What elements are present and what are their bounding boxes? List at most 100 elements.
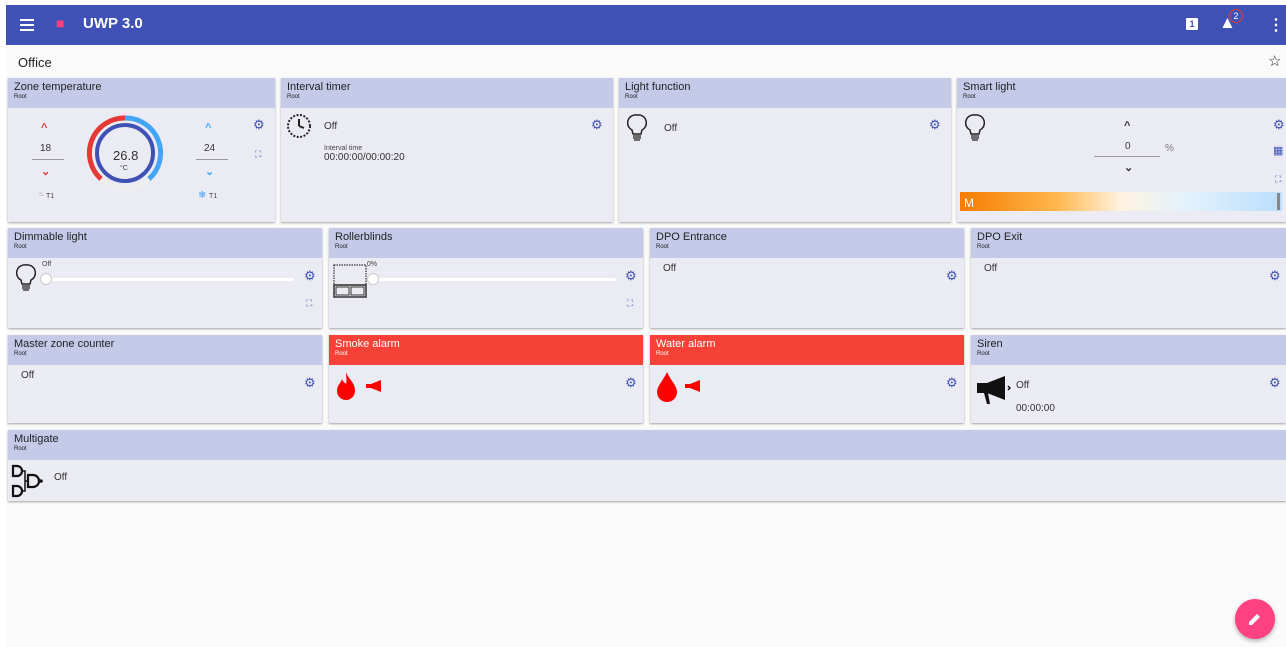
card-subtitle: Root bbox=[335, 351, 348, 357]
card-siren: Siren Root Off 00:00:00 ⚙ bbox=[971, 335, 1286, 423]
card-body: Off bbox=[8, 460, 1286, 501]
star-icon[interactable]: ☆ bbox=[1268, 52, 1281, 70]
brightness-value: 0 bbox=[1125, 141, 1131, 152]
dpo-exit-state: Off bbox=[984, 263, 998, 274]
edit-icon bbox=[1249, 614, 1260, 625]
megaphone-icon bbox=[366, 380, 381, 392]
gear-icon[interactable]: ⚙ bbox=[253, 117, 265, 133]
gear-icon[interactable]: ⚙ bbox=[929, 117, 941, 133]
heat-label: T1 bbox=[46, 193, 55, 200]
heat-up-button[interactable]: ^ bbox=[41, 122, 47, 134]
app-bar: ■ UWP 3.0 1 ▲ 2 ⋮ bbox=[6, 5, 1286, 45]
card-body: ^ 0 % ⌄ ⚙ ▦ ⛶ M bbox=[957, 108, 1286, 222]
gear-icon[interactable]: ⚙ bbox=[625, 375, 637, 391]
card-dpo-exit: DPO Exit Root Off ⚙ bbox=[971, 228, 1286, 328]
card-title: Dimmable light bbox=[14, 231, 87, 243]
home-icon[interactable]: ■ bbox=[56, 15, 64, 31]
card-title: Zone temperature bbox=[14, 81, 102, 93]
dimmer-slider-track[interactable] bbox=[44, 278, 294, 281]
blinds-slider-thumb[interactable] bbox=[367, 273, 379, 285]
interval-label: Interval time bbox=[324, 145, 363, 152]
fullscreen-icon[interactable]: ⛶ bbox=[627, 298, 633, 309]
cool-up-button[interactable]: ^ bbox=[205, 122, 211, 134]
fullscreen-icon[interactable]: ⛶ bbox=[306, 298, 312, 309]
menu-icon[interactable] bbox=[20, 16, 34, 34]
fullscreen-icon[interactable]: ⛶ bbox=[255, 149, 261, 160]
page-header: Office ☆ bbox=[6, 45, 1286, 75]
blinds-icon bbox=[333, 264, 367, 298]
gear-icon[interactable]: ⚙ bbox=[304, 375, 316, 391]
megaphone-icon bbox=[685, 380, 700, 392]
color-temperature-bar[interactable] bbox=[960, 192, 1282, 211]
card-title: DPO Entrance bbox=[656, 231, 727, 243]
heat-icon: ♨ bbox=[38, 191, 45, 198]
edit-button[interactable] bbox=[1235, 599, 1275, 639]
card-interval-timer: Interval timer Root Off Interval time 00… bbox=[281, 78, 613, 222]
card-subtitle: Root bbox=[14, 446, 27, 452]
card-body: Off ⚙ bbox=[650, 258, 964, 328]
gear-icon[interactable]: ⚙ bbox=[591, 117, 603, 133]
mode-label: M bbox=[964, 196, 974, 210]
card-subtitle: Root bbox=[977, 351, 990, 357]
card-smoke-alarm: Smoke alarm Root ⚙ bbox=[329, 335, 643, 423]
card-header: Dimmable light Root bbox=[8, 228, 322, 258]
cool-down-button[interactable]: ⌄ bbox=[205, 165, 214, 178]
brightness-up-button[interactable]: ^ bbox=[1124, 120, 1130, 132]
multigate-state: Off bbox=[54, 472, 68, 483]
app-title: UWP 3.0 bbox=[83, 15, 143, 32]
card-header: Siren Root bbox=[971, 335, 1286, 365]
card-subtitle: Root bbox=[963, 94, 976, 100]
bulb-icon bbox=[16, 264, 36, 291]
interval-value: 00:00:00/00:00:20 bbox=[324, 152, 405, 163]
card-header: Zone temperature Root bbox=[8, 78, 275, 108]
current-temperature: 26.8 bbox=[113, 148, 139, 163]
counter-state: Off bbox=[21, 370, 35, 381]
gear-icon[interactable]: ⚙ bbox=[625, 268, 637, 284]
gear-icon[interactable]: ⚙ bbox=[304, 268, 316, 284]
timer-state: Off bbox=[324, 121, 338, 132]
gear-icon[interactable]: ⚙ bbox=[946, 268, 958, 284]
card-header: Smart light Root bbox=[957, 78, 1286, 108]
card-subtitle: Root bbox=[287, 94, 300, 100]
card-header: Light function Root bbox=[619, 78, 951, 108]
card-body: ^ 18 ⌄ ♨ T1 26.8 °C ^ 24 ⌄ ❄ T1 ⚙ ⛶ bbox=[8, 108, 275, 222]
snowflake-icon: ❄ bbox=[198, 190, 207, 201]
dimmer-slider-thumb[interactable] bbox=[40, 273, 52, 285]
heat-down-button[interactable]: ⌄ bbox=[41, 165, 50, 178]
gear-icon[interactable]: ⚙ bbox=[1269, 268, 1281, 284]
blinds-slider-track[interactable] bbox=[371, 278, 616, 281]
gear-icon[interactable]: ⚙ bbox=[946, 375, 958, 391]
card-water-alarm: Water alarm Root ⚙ bbox=[650, 335, 964, 423]
page-title: Office bbox=[18, 55, 52, 70]
temperature-unit: °C bbox=[120, 165, 128, 172]
fullscreen-icon[interactable]: ⛶ bbox=[1275, 174, 1281, 185]
card-subtitle: Root bbox=[656, 351, 669, 357]
card-header: Multigate Root bbox=[8, 430, 1286, 460]
calendar-icon[interactable]: ▦ bbox=[1273, 144, 1283, 157]
brightness-underline bbox=[1094, 156, 1160, 157]
more-vert-icon[interactable]: ⋮ bbox=[1268, 15, 1284, 35]
card-title: Siren bbox=[977, 338, 1003, 350]
card-body: Off ⚙ bbox=[8, 365, 322, 423]
megaphone-icon bbox=[977, 376, 1011, 404]
card-header: Rollerblinds Root bbox=[329, 228, 643, 258]
warning-count-badge: 2 bbox=[1229, 9, 1243, 23]
notification-icon[interactable]: 1 bbox=[1186, 18, 1198, 30]
color-temperature-handle[interactable] bbox=[1277, 193, 1280, 210]
card-header: Water alarm Root bbox=[650, 335, 964, 365]
card-header: DPO Entrance Root bbox=[650, 228, 964, 258]
card-zone-temperature: Zone temperature Root ^ 18 ⌄ ♨ T1 26.8 °… bbox=[8, 78, 275, 222]
water-drop-icon bbox=[657, 372, 677, 402]
card-smart-light: Smart light Root ^ 0 % ⌄ ⚙ ▦ ⛶ M bbox=[957, 78, 1286, 222]
gear-icon[interactable]: ⚙ bbox=[1273, 117, 1285, 133]
card-body: Off Interval time 00:00:00/00:00:20 ⚙ bbox=[281, 108, 613, 222]
cool-label: T1 bbox=[209, 193, 218, 200]
card-multigate: Multigate Root Off bbox=[8, 430, 1286, 501]
card-header: Smoke alarm Root bbox=[329, 335, 643, 365]
brightness-down-button[interactable]: ⌄ bbox=[1124, 161, 1133, 174]
card-dpo-entrance: DPO Entrance Root Off ⚙ bbox=[650, 228, 964, 328]
heat-setpoint: 18 bbox=[40, 143, 52, 154]
card-subtitle: Root bbox=[14, 351, 27, 357]
card-header: DPO Exit Root bbox=[971, 228, 1286, 258]
gear-icon[interactable]: ⚙ bbox=[1269, 375, 1281, 391]
